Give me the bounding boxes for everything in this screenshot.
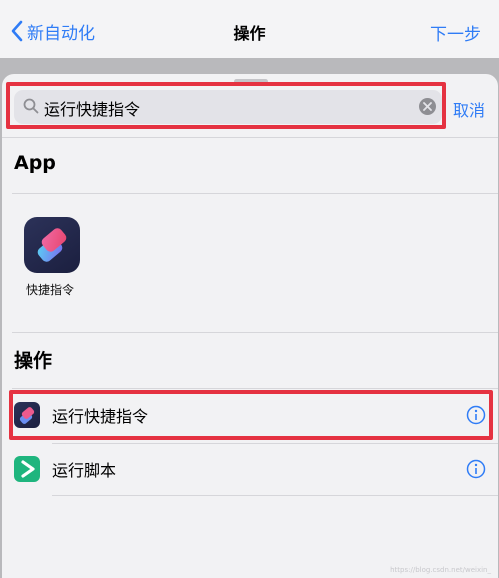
next-button[interactable]: 下一步 xyxy=(430,20,481,45)
shortcuts-app-icon xyxy=(24,217,80,273)
clear-search-button[interactable] xyxy=(419,98,436,115)
search-input-value: 运行快捷指令 xyxy=(44,100,141,119)
info-icon[interactable] xyxy=(466,459,486,479)
actions-section-header: 操作 xyxy=(14,350,53,372)
divider xyxy=(12,193,498,194)
search-input[interactable]: 运行快捷指令 xyxy=(14,90,442,124)
page-title: 操作 xyxy=(233,24,266,43)
run-script-icon xyxy=(14,456,40,482)
cancel-button[interactable]: 取消 xyxy=(453,97,485,121)
divider xyxy=(52,495,498,496)
divider xyxy=(2,137,498,138)
navigation-bar: 新自动化 操作 下一步 xyxy=(0,0,499,58)
app-tile-label: 快捷指令 xyxy=(25,283,74,297)
app-tile-shortcuts[interactable]: 快捷指令 xyxy=(22,217,82,298)
action-row-run-shortcut[interactable]: 运行快捷指令 xyxy=(2,390,498,440)
close-icon xyxy=(423,102,432,111)
apps-section-header: App xyxy=(14,152,56,174)
sheet-grabber[interactable] xyxy=(234,79,268,84)
action-row-run-script[interactable]: 运行脚本 xyxy=(2,444,498,494)
info-icon[interactable] xyxy=(466,405,486,425)
actions-sheet: 运行快捷指令 取消 App 快捷指令 操作 运行快捷指令 运行脚本 xyxy=(2,74,498,578)
action-row-label: 运行快捷指令 xyxy=(52,407,149,426)
watermark-text: https://blog.csdn.net/weixin_ xyxy=(390,566,491,574)
search-icon xyxy=(23,98,39,114)
divider xyxy=(12,388,498,389)
shortcuts-icon xyxy=(14,402,40,428)
action-row-label: 运行脚本 xyxy=(52,461,117,480)
divider xyxy=(12,332,498,333)
